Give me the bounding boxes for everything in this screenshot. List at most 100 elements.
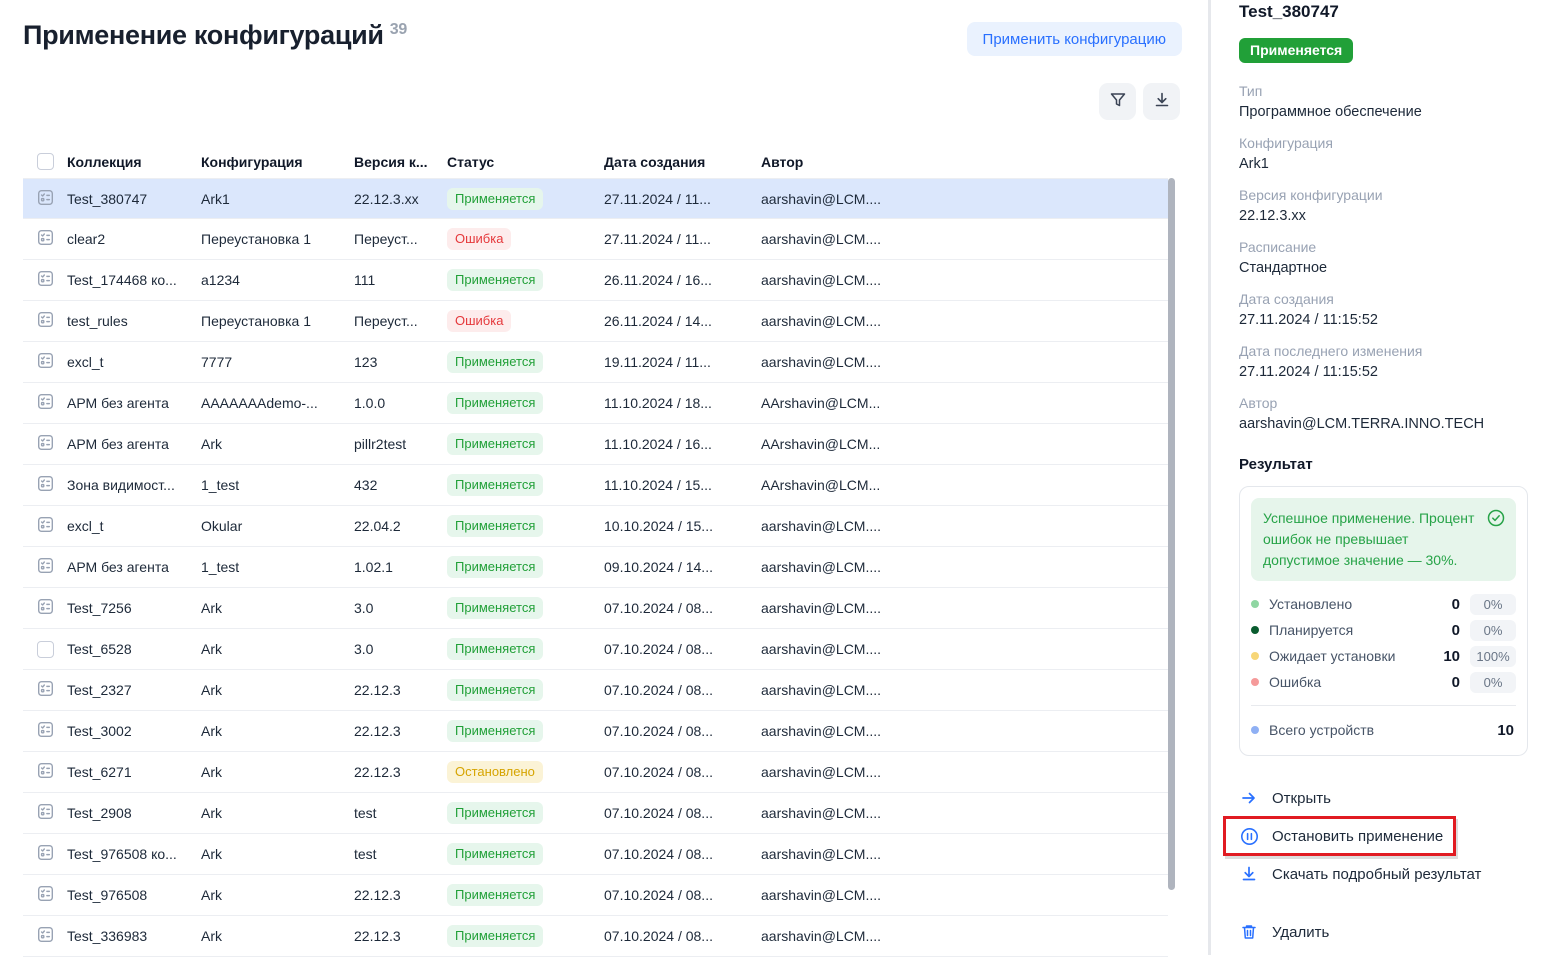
table-body: Test_380747Ark122.12.3.xxПрименяется27.1… [23, 178, 1168, 957]
cell-collection: Зона видимост... [67, 477, 201, 493]
table-row[interactable]: test_rulesПереустановка 1Переуст...Ошибк… [23, 301, 1168, 342]
stat-value: 10 [1442, 648, 1460, 665]
filter-button[interactable] [1099, 83, 1136, 120]
arrow-right-icon [1239, 789, 1259, 807]
status-badge: Применяется [447, 474, 543, 496]
cell-collection: excl_t [67, 518, 201, 534]
status-badge: Применяется [447, 556, 543, 578]
total-dot [1251, 726, 1259, 734]
stat-dot [1251, 626, 1259, 634]
total-devices-row: Всего устройств 10 [1251, 716, 1516, 744]
annotation-highlight-box: Остановить применение [1223, 816, 1456, 856]
table-row[interactable]: Test_6271Ark22.12.3Остановлено07.10.2024… [23, 752, 1168, 793]
column-header-configuration[interactable]: Конфигурация [201, 145, 354, 178]
cell-configuration: Ark [201, 764, 354, 780]
cell-collection: Test_976508 [67, 887, 201, 903]
cell-collection: Test_976508 ко... [67, 846, 201, 862]
cell-collection: Test_7256 [67, 600, 201, 616]
cell-author: aarshavin@LCM.... [761, 600, 911, 616]
cell-author: aarshavin@LCM.... [761, 231, 911, 247]
collection-icon [37, 270, 54, 290]
collection-icon [37, 803, 54, 823]
download-result-action[interactable]: Скачать подробный результат [1239, 858, 1528, 890]
cell-configuration: Переустановка 1 [201, 313, 354, 329]
delete-action[interactable]: Удалить [1239, 916, 1528, 948]
column-header-author[interactable]: Автор [761, 145, 911, 178]
field-value: Программное обеспечение [1239, 104, 1528, 120]
download-table-button[interactable] [1143, 83, 1180, 120]
cell-created: 07.10.2024 / 08... [604, 846, 761, 862]
cell-created: 07.10.2024 / 08... [604, 682, 761, 698]
collection-icon [37, 762, 54, 782]
collection-icon [37, 311, 54, 331]
table-row[interactable]: АРМ без агентаAAAAAAAdemo-...1.0.0Примен… [23, 383, 1168, 424]
result-stats: Установлено00%Планируется00%Ожидает уста… [1251, 591, 1516, 695]
cell-author: aarshavin@LCM.... [761, 805, 911, 821]
table-row[interactable]: АРМ без агентаArkpillr2testПрименяется11… [23, 424, 1168, 465]
stat-value: 0 [1442, 596, 1460, 613]
table-row[interactable]: Test_2908ArktestПрименяется07.10.2024 / … [23, 793, 1168, 834]
stat-label: Ошибка [1269, 674, 1442, 690]
cell-status: Применяется [447, 188, 604, 210]
column-header-created[interactable]: Дата создания [604, 145, 761, 178]
collection-icon [37, 885, 54, 905]
cell-status: Применяется [447, 720, 604, 742]
cell-version: 22.04.2 [354, 518, 447, 534]
table-scrollbar[interactable] [1168, 178, 1175, 890]
cell-created: 11.10.2024 / 18... [604, 395, 761, 411]
cell-collection: АРМ без агента [67, 559, 201, 575]
collection-icon [37, 598, 54, 618]
cell-version: 3.0 [354, 641, 447, 657]
select-all-checkbox[interactable] [23, 145, 67, 178]
table-row[interactable]: Test_976508 ко...ArktestПрименяется07.10… [23, 834, 1168, 875]
result-section-title: Результат [1239, 456, 1528, 473]
cell-status: Применяется [447, 843, 604, 865]
total-label: Всего устройств [1269, 722, 1496, 738]
cell-author: AArshavin@LCM... [761, 477, 911, 493]
cell-author: aarshavin@LCM.... [761, 641, 911, 657]
cell-author: aarshavin@LCM.... [761, 682, 911, 698]
status-badge: Ошибка [447, 228, 511, 250]
stop-apply-action[interactable]: Остановить применение [1239, 820, 1443, 852]
column-header-status[interactable]: Статус [447, 145, 604, 178]
cell-status: Применяется [447, 474, 604, 496]
status-badge: Применяется [447, 843, 543, 865]
status-badge: Применяется [447, 679, 543, 701]
table-row[interactable]: Test_7256Ark3.0Применяется07.10.2024 / 0… [23, 588, 1168, 629]
table-row[interactable]: Test_336983Ark22.12.3Применяется07.10.20… [23, 916, 1168, 957]
table-row[interactable]: excl_tOkular22.04.2Применяется10.10.2024… [23, 506, 1168, 547]
stat-percent: 100% [1470, 646, 1516, 667]
apply-configuration-button[interactable]: Применить конфигурацию [967, 22, 1182, 56]
cell-created: 27.11.2024 / 11... [604, 231, 761, 247]
table-row[interactable]: Test_976508Ark22.12.3Применяется07.10.20… [23, 875, 1168, 916]
table-row[interactable]: Test_380747Ark122.12.3.xxПрименяется27.1… [23, 178, 1168, 219]
table-row[interactable]: Test_2327Ark22.12.3Применяется07.10.2024… [23, 670, 1168, 711]
table-row[interactable]: Test_6528Ark3.0Применяется07.10.2024 / 0… [23, 629, 1168, 670]
table-row[interactable]: АРМ без агента1_test1.02.1Применяется09.… [23, 547, 1168, 588]
table-row[interactable]: Test_3002Ark22.12.3Применяется07.10.2024… [23, 711, 1168, 752]
status-badge: Применяется [447, 925, 543, 947]
cell-collection: Test_336983 [67, 928, 201, 944]
column-header-collection[interactable]: Коллекция [67, 145, 201, 178]
cell-created: 19.11.2024 / 11... [604, 354, 761, 370]
status-badge: Применяется [447, 269, 543, 291]
open-action[interactable]: Открыть [1239, 782, 1528, 814]
row-checkbox[interactable] [37, 641, 54, 658]
field-label: Версия конфигурации [1239, 187, 1528, 203]
cell-version: 22.12.3 [354, 928, 447, 944]
table-row[interactable]: clear2Переустановка 1Переуст...Ошибка27.… [23, 219, 1168, 260]
cell-configuration: Ark [201, 600, 354, 616]
table-row[interactable]: Зона видимост...1_test432Применяется11.1… [23, 465, 1168, 506]
stat-row: Ошибка00% [1251, 669, 1516, 695]
status-badge: Применяется [447, 351, 543, 373]
field-label: Тип [1239, 83, 1528, 99]
table-row[interactable]: excl_t7777123Применяется19.11.2024 / 11.… [23, 342, 1168, 383]
cell-version: 22.12.3 [354, 887, 447, 903]
cell-created: 07.10.2024 / 08... [604, 641, 761, 657]
status-badge: Применяется [447, 720, 543, 742]
table-row[interactable]: Test_174468 ко...a1234111Применяется26.1… [23, 260, 1168, 301]
cell-collection: test_rules [67, 313, 201, 329]
column-header-version[interactable]: Версия к... [354, 145, 447, 178]
field-value: aarshavin@LCM.TERRA.INNO.TECH [1239, 416, 1528, 432]
details-panel: Test_380747 Применяется ТипПрограммное о… [1208, 0, 1552, 955]
